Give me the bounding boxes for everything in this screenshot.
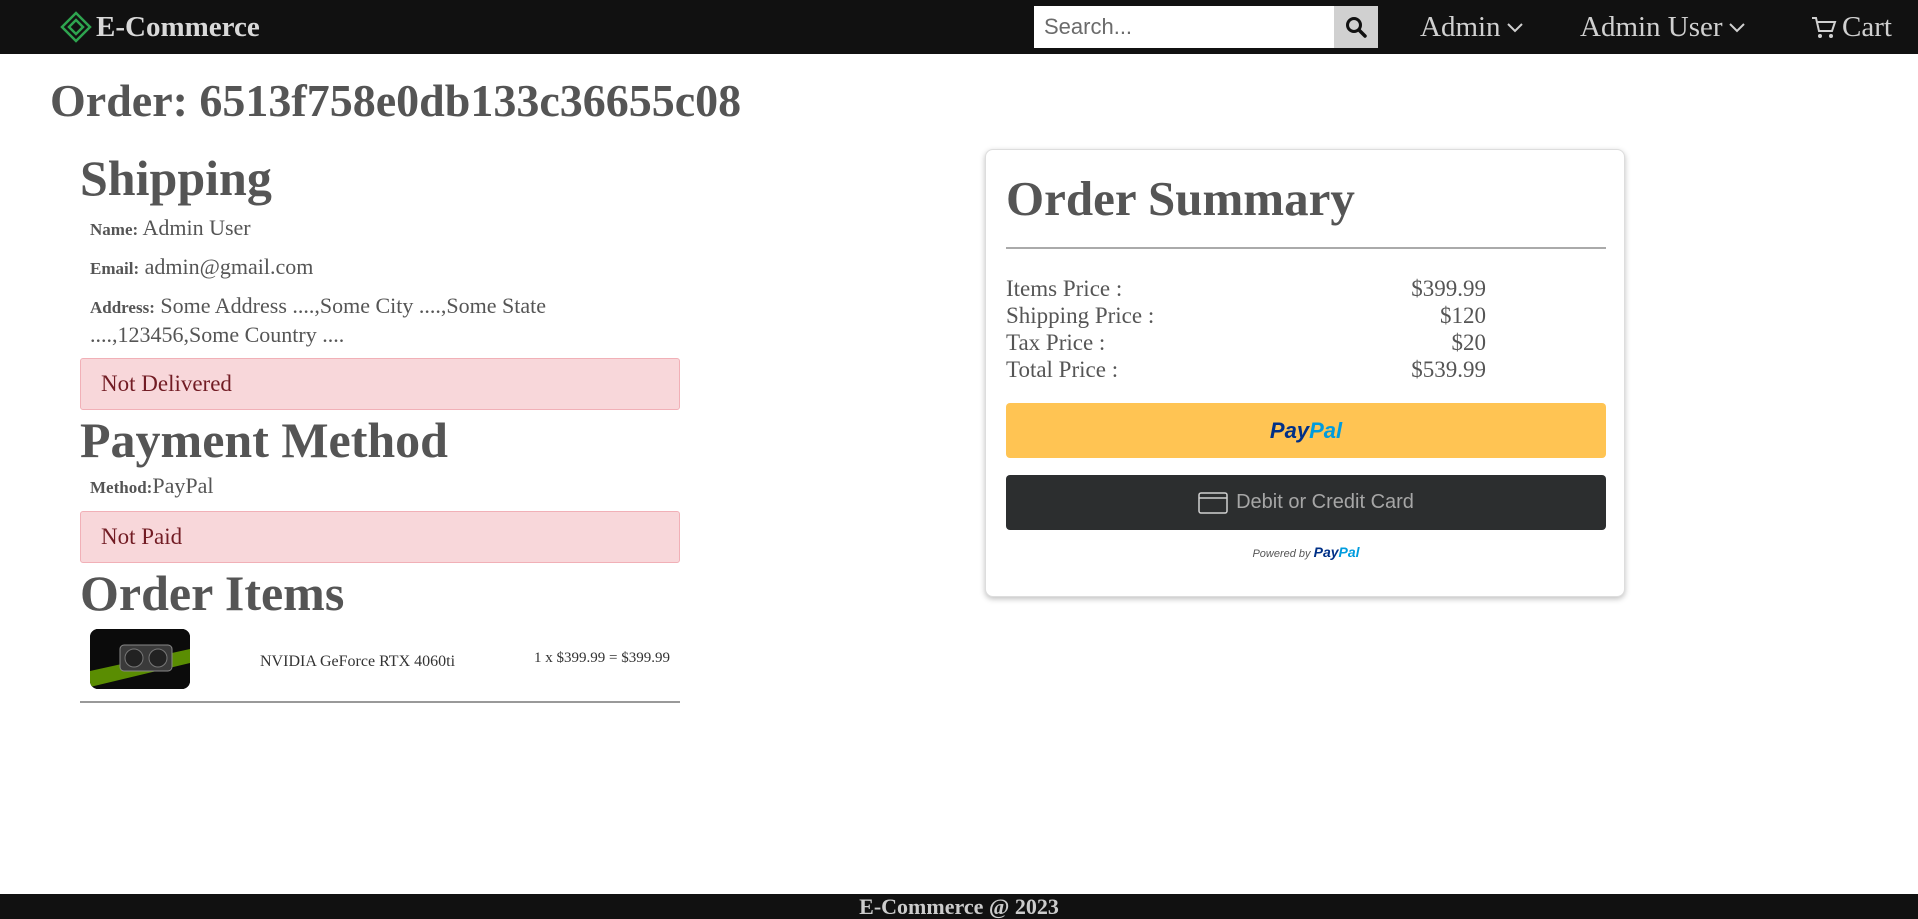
- payment-method-value: PayPal: [152, 473, 214, 498]
- product-name-link[interactable]: NVIDIA GeForce RTX 4060ti: [260, 653, 455, 671]
- footer: E-Commerce @ 2023: [0, 894, 1918, 919]
- total-price-label: Total Price :: [1006, 357, 1119, 382]
- order-summary-card: Order Summary Items Price : $399.99 Ship…: [985, 149, 1625, 597]
- items-price-label: Items Price :: [1006, 276, 1123, 301]
- paypal-logo-part2: Pal: [1309, 417, 1343, 443]
- powered-by-paypal: Powered by PayPal: [986, 544, 1626, 560]
- item-price-calc: 1 x $399.99 = $399.99: [534, 650, 670, 666]
- items-price-row: Items Price : $399.99: [1006, 275, 1486, 302]
- debit-credit-card-button[interactable]: Debit or Credit Card: [1006, 475, 1606, 530]
- tax-price-row: Tax Price : $20: [1006, 329, 1486, 356]
- search-form: [1034, 6, 1378, 48]
- shipping-price-row: Shipping Price : $120: [1006, 302, 1486, 329]
- tax-price-value: $20: [1451, 330, 1487, 355]
- credit-card-icon: [1198, 491, 1228, 514]
- shipping-price-label: Shipping Price :: [1006, 303, 1155, 328]
- paypal-logo-part1: Pay: [1269, 417, 1310, 443]
- navbar: E-Commerce Admin Admin User Cart: [0, 0, 1918, 54]
- shipping-name-row: Name: Admin User: [90, 214, 680, 243]
- order-summary-heading: Order Summary: [1006, 171, 1355, 226]
- admin-menu-dropdown[interactable]: Admin: [1420, 0, 1525, 54]
- chevron-down-icon: [1506, 23, 1523, 33]
- shipping-price-value: $120: [1440, 303, 1486, 328]
- shipping-name-value: Admin User: [142, 215, 251, 240]
- tax-price-label: Tax Price :: [1006, 330, 1106, 355]
- user-menu-dropdown[interactable]: Admin User: [1580, 0, 1747, 54]
- search-icon: [1346, 17, 1367, 38]
- order-details: Shipping Name: Admin User Email: admin@g…: [80, 148, 680, 703]
- powered-logo-part2: Pal: [1338, 544, 1360, 560]
- address-label: Address:: [90, 298, 155, 317]
- items-price-value: $399.99: [1411, 276, 1486, 301]
- admin-menu-label: Admin: [1420, 10, 1501, 43]
- powered-by-text: Powered by: [1252, 548, 1311, 560]
- shipping-heading: Shipping: [80, 150, 272, 206]
- chevron-down-icon: [1728, 23, 1745, 33]
- payment-heading: Payment Method: [80, 412, 448, 468]
- diamond-logo-icon: [60, 11, 92, 43]
- shipping-email-value: admin@gmail.com: [144, 254, 314, 279]
- user-menu-label: Admin User: [1580, 10, 1723, 43]
- search-input[interactable]: [1034, 6, 1334, 48]
- brand-link[interactable]: E-Commerce: [60, 0, 260, 54]
- list-item: NVIDIA GeForce RTX 4060ti 1 x $399.99 = …: [80, 623, 680, 703]
- summary-rows: Items Price : $399.99 Shipping Price : $…: [1006, 275, 1486, 383]
- email-label: Email:: [90, 259, 140, 278]
- product-thumbnail[interactable]: [90, 629, 190, 689]
- paypal-button[interactable]: Pay Pal: [1006, 403, 1606, 458]
- total-price-row: Total Price : $539.99: [1006, 356, 1486, 383]
- divider: [1006, 247, 1606, 249]
- payment-status-alert: Not Paid: [80, 511, 680, 563]
- delivery-status-alert: Not Delivered: [80, 358, 680, 410]
- brand-text: E-Commerce: [96, 10, 260, 43]
- cart-icon: [1812, 17, 1837, 38]
- powered-logo-part1: Pay: [1313, 544, 1339, 560]
- payment-method-row: Method:PayPal: [90, 472, 680, 501]
- card-button-label: Debit or Credit Card: [1236, 491, 1414, 513]
- cart-link[interactable]: Cart: [1810, 0, 1892, 54]
- name-label: Name:: [90, 220, 139, 239]
- cart-label: Cart: [1842, 10, 1892, 43]
- shipping-address-value: Some Address ....,Some City ....,Some St…: [90, 293, 546, 347]
- shipping-address-row: Address: Some Address ....,Some City ...…: [90, 292, 650, 348]
- gpu-image-icon: [90, 629, 190, 689]
- shipping-email-row: Email: admin@gmail.com: [90, 253, 680, 282]
- order-items-heading: Order Items: [80, 565, 345, 621]
- search-button[interactable]: [1334, 6, 1378, 48]
- method-label: Method:: [90, 478, 153, 497]
- total-price-value: $539.99: [1411, 357, 1486, 382]
- page-title: Order: 6513f758e0db133c36655c08: [50, 75, 742, 126]
